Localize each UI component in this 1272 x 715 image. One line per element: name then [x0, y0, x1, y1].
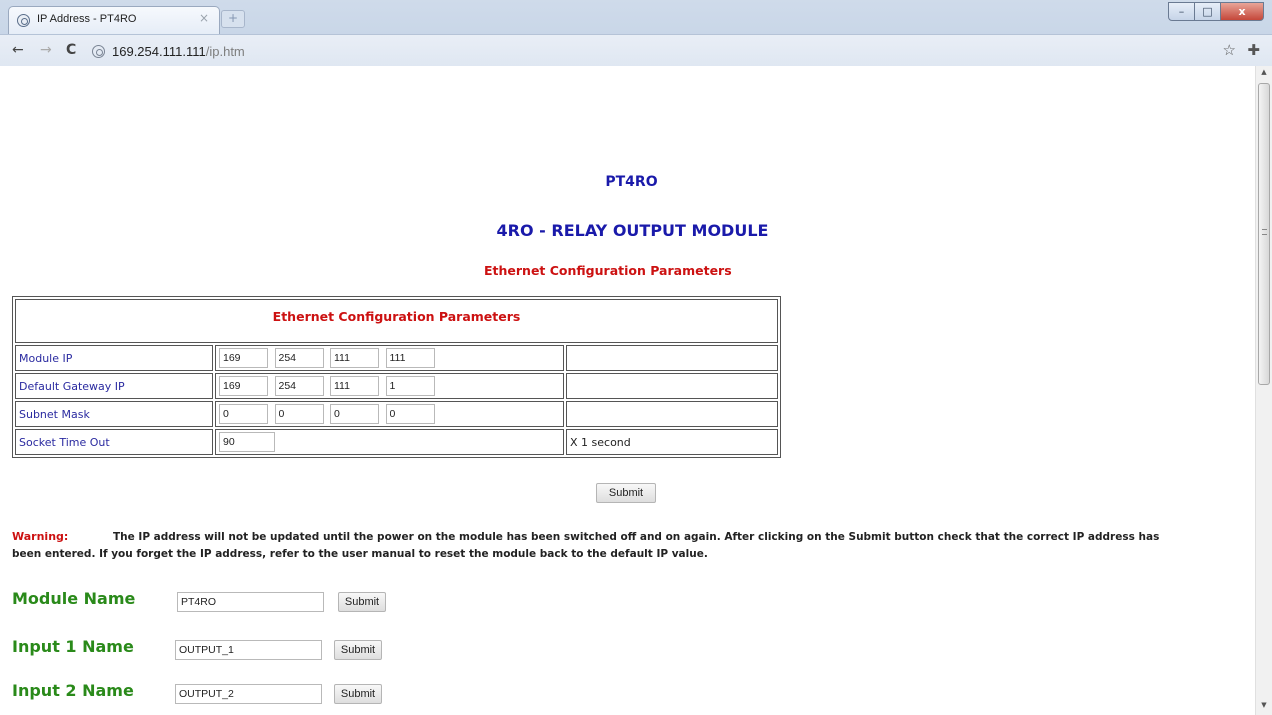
address-bar[interactable]: 169.254.111.111/ip.htm	[92, 41, 1212, 63]
module-ip-note	[566, 345, 778, 371]
browser-chrome: IP Address - PT4RO × + – □ x ← → C 169.2…	[0, 0, 1272, 66]
subnet-mask-label: Subnet Mask	[15, 401, 213, 427]
tab-title: IP Address - PT4RO	[37, 13, 137, 25]
reload-icon[interactable]: C	[66, 42, 76, 58]
scrollbar-grip	[1262, 229, 1267, 235]
wrench-icon[interactable]: ✚	[1247, 41, 1260, 59]
window-controls: – □ x	[1168, 2, 1264, 22]
page-info-icon	[92, 45, 105, 58]
tab-strip: IP Address - PT4RO × + – □ x	[0, 0, 1272, 34]
gateway-ip-note	[566, 373, 778, 399]
table-row: Module IP	[15, 345, 778, 371]
url-path: /ip.htm	[205, 44, 245, 59]
page-content: PT4RO 4RO - RELAY OUTPUT MODULE Ethernet…	[0, 66, 1255, 715]
browser-toolbar: ← → C 169.254.111.111/ip.htm ☆ ✚	[0, 34, 1272, 66]
maximize-button[interactable]: □	[1194, 2, 1221, 21]
module-ip-octet-3[interactable]	[330, 348, 379, 368]
minimize-button[interactable]: –	[1168, 2, 1195, 21]
submit-ip-button[interactable]: Submit	[596, 483, 656, 503]
gateway-ip-octet-4[interactable]	[385, 376, 435, 396]
subnet-mask-octet-2[interactable]	[274, 404, 324, 424]
forward-arrow-icon[interactable]: →	[40, 42, 52, 58]
module-ip-octet-1[interactable]	[219, 348, 268, 368]
new-tab-button[interactable]: +	[221, 10, 245, 28]
gateway-ip-octet-1[interactable]	[219, 376, 268, 396]
scroll-down-arrow-icon[interactable]: ▼	[1256, 701, 1272, 713]
input2-name-label: Input 2 Name	[12, 681, 134, 700]
input1-name-label: Input 1 Name	[12, 637, 134, 656]
module-name-input[interactable]	[177, 592, 324, 612]
table-row: Default Gateway IP	[15, 373, 778, 399]
url-host: 169.254.111.111	[112, 44, 206, 59]
subnet-mask-octet-3[interactable]	[330, 404, 379, 424]
vertical-scrollbar[interactable]: ▲ ▼	[1255, 66, 1272, 715]
input1-name-submit-button[interactable]: Submit	[334, 640, 382, 660]
module-ip-octet-2[interactable]	[274, 348, 324, 368]
gateway-ip-label: Default Gateway IP	[15, 373, 213, 399]
close-window-button[interactable]: x	[1220, 2, 1264, 21]
scrollbar-thumb[interactable]	[1258, 83, 1270, 385]
input2-name-input[interactable]	[175, 684, 322, 704]
table-heading: Ethernet Configuration Parameters	[15, 299, 778, 343]
table-header-row: Ethernet Configuration Parameters	[15, 299, 778, 343]
module-ip-octet-4[interactable]	[385, 348, 435, 368]
socket-timeout-inputs	[215, 429, 564, 455]
socket-timeout-input[interactable]	[219, 432, 275, 452]
gateway-ip-octet-2[interactable]	[274, 376, 324, 396]
section-subtitle: Ethernet Configuration Parameters	[484, 263, 732, 278]
subnet-mask-octet-1[interactable]	[219, 404, 268, 424]
url-text: 169.254.111.111/ip.htm	[112, 44, 245, 59]
browser-tab[interactable]: IP Address - PT4RO ×	[8, 6, 220, 34]
input1-name-input[interactable]	[175, 640, 322, 660]
module-ip-label: Module IP	[15, 345, 213, 371]
warning-label: Warning:	[12, 530, 69, 543]
module-name-submit-button[interactable]: Submit	[338, 592, 386, 612]
input2-name-submit-button[interactable]: Submit	[334, 684, 382, 704]
page-title: 4RO - RELAY OUTPUT MODULE	[496, 221, 769, 240]
tab-close-icon[interactable]: ×	[199, 11, 209, 25]
subnet-mask-note	[566, 401, 778, 427]
scroll-up-arrow-icon[interactable]: ▲	[1256, 68, 1272, 80]
module-heading: PT4RO	[605, 174, 658, 190]
gateway-ip-inputs	[215, 373, 564, 399]
warning-text-line2: been entered. If you forget the IP addre…	[12, 548, 708, 560]
page-favicon-icon	[17, 14, 30, 27]
table-row: Subnet Mask	[15, 401, 778, 427]
socket-timeout-label: Socket Time Out	[15, 429, 213, 455]
table-row: Socket Time Out X 1 second	[15, 429, 778, 455]
subnet-mask-inputs	[215, 401, 564, 427]
subnet-mask-octet-4[interactable]	[385, 404, 435, 424]
warning-text-line1: The IP address will not be updated until…	[113, 531, 1160, 543]
socket-timeout-unit: X 1 second	[566, 429, 778, 455]
ethernet-config-table: Ethernet Configuration Parameters Module…	[12, 296, 781, 458]
module-name-label: Module Name	[12, 589, 136, 608]
back-arrow-icon[interactable]: ←	[12, 42, 24, 58]
star-icon[interactable]: ☆	[1223, 41, 1236, 59]
module-ip-inputs	[215, 345, 564, 371]
gateway-ip-octet-3[interactable]	[330, 376, 379, 396]
